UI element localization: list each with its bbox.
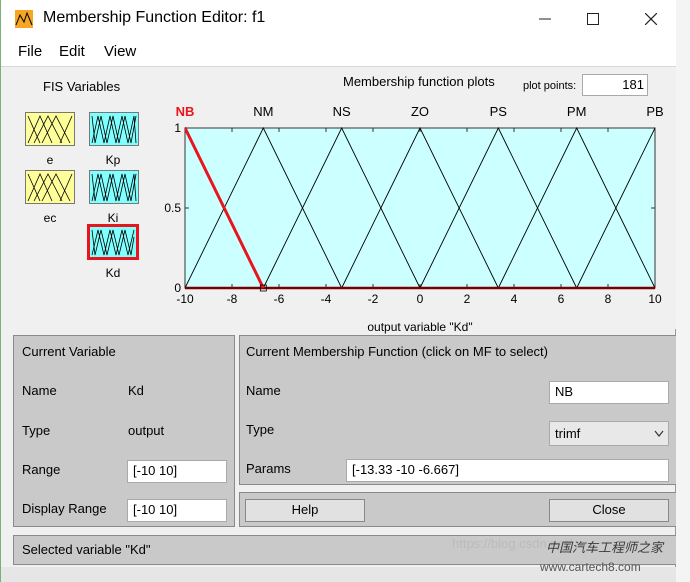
mf-params-input[interactable]: [-13.33 -10 -6.667] (346, 459, 669, 482)
fis-var-kd-box[interactable] (87, 224, 139, 260)
cv-range-label: Range (22, 462, 61, 477)
mf-label-zo[interactable]: ZO (411, 104, 429, 119)
status-text: Selected variable "Kd" (22, 542, 151, 557)
mf-type-label: Type (246, 422, 275, 437)
plot-title: Membership function plots (343, 74, 495, 89)
x-tick-label: -2 (368, 292, 379, 306)
close-window-button[interactable] (625, 0, 677, 38)
fis-var-e-label: e (46, 153, 54, 167)
mf-params-label: Params (246, 461, 291, 476)
x-tick-label: 6 (558, 292, 565, 306)
close-button[interactable]: Close (549, 499, 669, 522)
fis-var-ki-box[interactable] (89, 170, 139, 204)
mf-thumbnail-icon (91, 115, 137, 144)
maximize-button[interactable] (567, 0, 619, 38)
mf-editor-window: Membership Function Editor: f1 File Edit… (0, 0, 677, 582)
x-tick-label: 2 (464, 292, 471, 306)
x-tick-label: -4 (321, 292, 332, 306)
mf-label-ns[interactable]: NS (333, 104, 351, 119)
mf-label-nb[interactable]: NB (176, 104, 195, 119)
fis-var-kp-box[interactable] (89, 112, 139, 146)
x-tick-label: -6 (274, 292, 285, 306)
current-variable-title: Current Variable (22, 344, 116, 359)
mf-name-input[interactable]: NB (549, 381, 669, 404)
y-tick-label: 0 (174, 281, 181, 295)
minimize-button[interactable] (519, 0, 571, 38)
menu-file[interactable]: File (18, 43, 42, 60)
cv-type-label: Type (22, 423, 51, 438)
cv-display-range-label: Display Range (22, 501, 107, 516)
fis-var-e-box[interactable] (25, 112, 75, 146)
x-tick-label: 4 (511, 292, 518, 306)
minimize-icon (539, 18, 551, 20)
watermark-logo: 中国汽车工程师之家 (546, 540, 664, 555)
fis-var-ec-box[interactable] (25, 170, 75, 204)
mf-type-value: trimf (555, 426, 581, 441)
plot-points-input[interactable]: 181 (582, 74, 648, 96)
matlab-logo-icon (15, 10, 33, 28)
background-window-edge (676, 0, 690, 582)
mf-name-label: Name (246, 383, 281, 398)
menu-view[interactable]: View (104, 43, 136, 60)
window-title: Membership Function Editor: f1 (43, 9, 266, 26)
current-mf-title: Current Membership Function (click on MF… (246, 344, 548, 359)
mf-thumbnail-icon (27, 173, 73, 202)
watermark-site: www.cartech8.com (540, 560, 641, 574)
mf-label-ps[interactable]: PS (490, 104, 508, 119)
y-tick-label: 0.5 (164, 201, 181, 215)
mf-label-nm[interactable]: NM (253, 104, 273, 119)
fis-var-kd-label: Kd (105, 266, 121, 280)
x-tick-label: 8 (605, 292, 612, 306)
menu-bar: File Edit View (1, 38, 677, 67)
mf-type-select[interactable]: trimf (549, 421, 669, 446)
fis-var-kp-label: Kp (105, 153, 121, 167)
close-icon (645, 13, 657, 25)
plot-points-label: plot points: (523, 80, 577, 92)
fis-var-ki-label: Ki (107, 211, 119, 225)
cv-type-value: output (128, 423, 165, 438)
x-tick-label: -8 (227, 292, 238, 306)
x-tick-label: 10 (648, 292, 662, 306)
plot-background (184, 127, 656, 289)
x-tick-label: 0 (417, 292, 424, 306)
mf-label-pb[interactable]: PB (646, 104, 663, 119)
maximize-icon (587, 13, 599, 25)
fis-variables-title: FIS Variables (43, 79, 121, 94)
fis-var-ec-label: ec (43, 211, 57, 225)
mf-thumbnail-icon (27, 115, 73, 144)
chevron-down-icon (654, 430, 664, 437)
cv-range-input[interactable]: [-10 10] (127, 460, 227, 483)
mf-label-pm[interactable]: PM (567, 104, 587, 119)
help-button[interactable]: Help (245, 499, 365, 522)
cv-name-value: Kd (128, 383, 144, 398)
cv-display-range-input[interactable]: [-10 10] (127, 499, 227, 522)
mf-thumbnail-icon (91, 229, 135, 256)
mf-plot[interactable]: -10 -8 -6 -4 -2 0 2 4 6 8 1000.51NB NM NS ZO PS PM PBout… (161, 100, 671, 336)
mf-thumbnail-icon (91, 173, 137, 202)
x-axis-label: output variable "Kd" (367, 320, 472, 334)
cv-name-label: Name (22, 383, 57, 398)
y-tick-label: 1 (174, 121, 181, 135)
title-bar: Membership Function Editor: f1 (1, 0, 677, 38)
menu-edit[interactable]: Edit (59, 43, 85, 60)
